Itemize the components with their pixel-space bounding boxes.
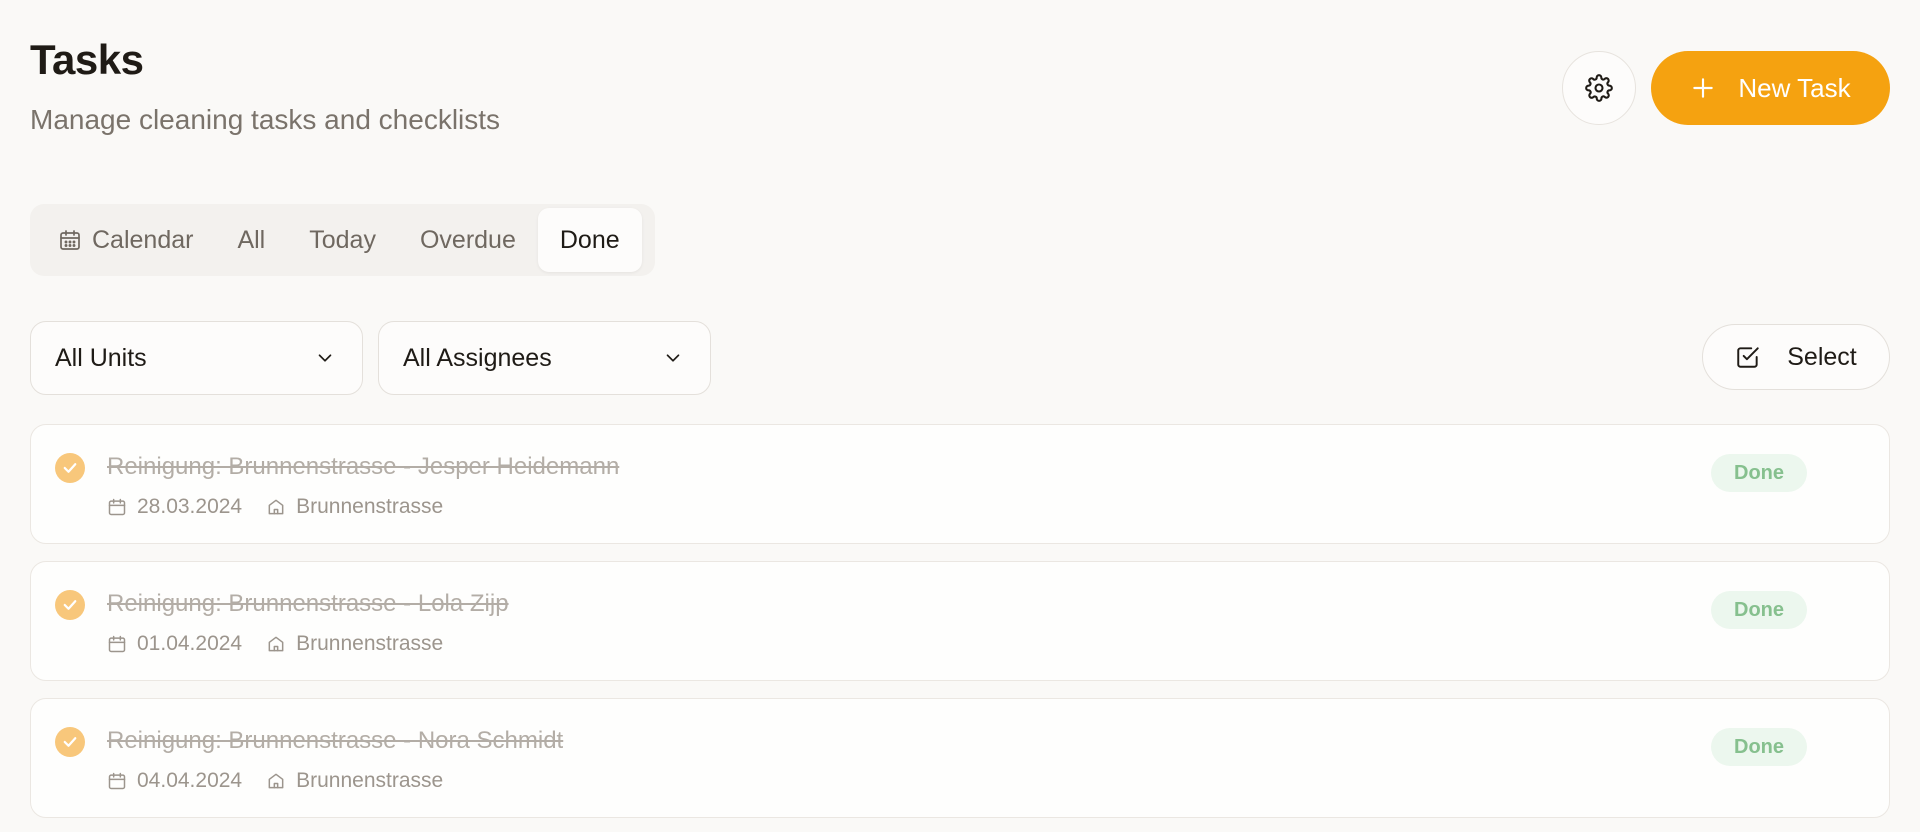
task-date-text: 04.04.2024 — [137, 769, 243, 792]
task-card[interactable]: Reinigung: Brunnenstrasse - Nora Schmidt… — [30, 698, 1890, 818]
status-badge: Done — [1711, 591, 1807, 629]
settings-button[interactable] — [1562, 51, 1636, 125]
plus-icon — [1690, 75, 1716, 101]
select-button[interactable]: Select — [1702, 324, 1890, 390]
task-unit-text: Brunnenstrasse — [296, 632, 444, 655]
task-unit: Brunnenstrasse — [266, 632, 443, 656]
task-list: Reinigung: Brunnenstrasse - Jesper Heide… — [30, 424, 1890, 832]
tab-label: Calendar — [92, 225, 194, 254]
task-date-text: 01.04.2024 — [137, 632, 243, 655]
chevron-down-icon — [314, 347, 336, 369]
status-badge: Done — [1711, 728, 1807, 766]
task-filter-tabs: Calendar All Today Overdue Done — [30, 204, 655, 276]
tab-label: Done — [559, 225, 620, 254]
task-meta: 04.04.2024 Brunnenstrasse — [107, 769, 467, 793]
task-unit: Brunnenstrasse — [266, 495, 443, 519]
chevron-down-icon — [662, 347, 684, 369]
task-title: Reinigung: Brunnenstrasse - Nora Schmidt — [107, 727, 564, 754]
calendar-icon — [58, 228, 82, 252]
task-date: 04.04.2024 — [107, 769, 242, 793]
tab-done[interactable]: Done — [537, 208, 642, 272]
tab-overdue[interactable]: Overdue — [398, 208, 538, 272]
tab-today[interactable]: Today — [287, 208, 398, 272]
task-unit-text: Brunnenstrasse — [296, 769, 444, 792]
home-icon — [266, 771, 286, 791]
tab-label: Overdue — [419, 225, 516, 254]
tab-calendar[interactable]: Calendar — [36, 208, 215, 272]
page-title: Tasks — [30, 36, 144, 83]
home-icon — [266, 634, 286, 654]
task-date: 01.04.2024 — [107, 632, 242, 656]
new-task-button[interactable]: New Task — [1651, 51, 1890, 125]
calendar-icon — [107, 497, 127, 517]
calendar-icon — [107, 634, 127, 654]
home-icon — [266, 497, 286, 517]
task-meta: 28.03.2024 Brunnenstrasse — [107, 495, 467, 519]
task-title: Reinigung: Brunnenstrasse - Jesper Heide… — [107, 453, 620, 480]
task-title: Reinigung: Brunnenstrasse - Lola Zijp — [107, 590, 509, 617]
select-label: Select — [1787, 342, 1857, 371]
status-badge: Done — [1711, 454, 1807, 492]
calendar-icon — [107, 771, 127, 791]
check-circle-icon[interactable] — [55, 590, 85, 620]
assignees-dropdown-value: All Assignees — [403, 343, 552, 372]
page-subtitle: Manage cleaning tasks and checklists — [30, 104, 501, 135]
task-card[interactable]: Reinigung: Brunnenstrasse - Lola Zijp 01… — [30, 561, 1890, 681]
new-task-label: New Task — [1738, 72, 1851, 103]
task-date-text: 28.03.2024 — [137, 495, 243, 518]
task-unit-text: Brunnenstrasse — [296, 495, 444, 518]
checkbox-icon — [1735, 344, 1761, 370]
tab-all[interactable]: All — [215, 208, 287, 272]
gear-icon — [1585, 74, 1613, 102]
tasks-page: Tasks Manage cleaning tasks and checklis… — [0, 0, 1920, 832]
task-unit: Brunnenstrasse — [266, 769, 443, 793]
task-date: 28.03.2024 — [107, 495, 242, 519]
assignees-dropdown[interactable]: All Assignees — [378, 321, 711, 395]
task-meta: 01.04.2024 Brunnenstrasse — [107, 632, 467, 656]
check-circle-icon[interactable] — [55, 727, 85, 757]
task-card[interactable]: Reinigung: Brunnenstrasse - Jesper Heide… — [30, 424, 1890, 544]
tab-label: Today — [309, 225, 376, 254]
units-dropdown-value: All Units — [55, 343, 147, 372]
tab-label: All — [237, 225, 266, 254]
check-circle-icon[interactable] — [55, 453, 85, 483]
units-dropdown[interactable]: All Units — [30, 321, 363, 395]
